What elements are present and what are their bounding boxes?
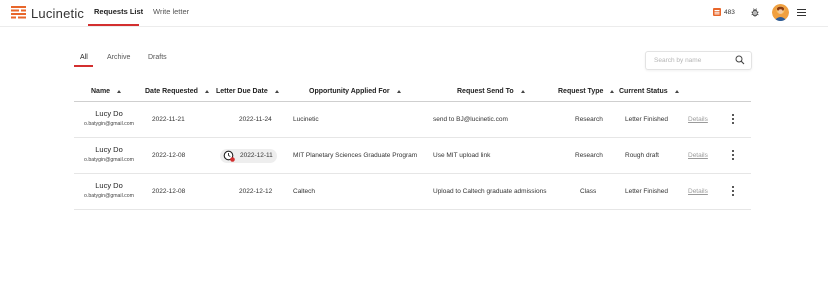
- request-type: Research: [575, 116, 603, 123]
- details-link[interactable]: Details: [688, 116, 708, 123]
- sort-icon[interactable]: [204, 90, 209, 93]
- table-header: Name Date Requested Letter Due Date Oppo…: [74, 83, 751, 102]
- column-header-opportunity[interactable]: Opportunity Applied For: [309, 88, 401, 95]
- requester: Lucy Do o.batygin@gmail.com: [74, 145, 144, 163]
- sort-icon[interactable]: [674, 90, 679, 93]
- sort-icon[interactable]: [610, 90, 615, 93]
- avatar[interactable]: [772, 4, 789, 21]
- requester: Lucy Do o.batygin@gmail.com: [74, 109, 144, 127]
- table-row[interactable]: Lucy Do o.batygin@gmail.com 2022-12-08 2…: [74, 138, 751, 174]
- hamburger-menu-icon[interactable]: [797, 9, 806, 16]
- search-box: [645, 51, 752, 70]
- requester-name: Lucy Do: [95, 145, 123, 154]
- coin-icon: [713, 8, 721, 16]
- more-vertical-icon[interactable]: [731, 186, 735, 198]
- sort-icon[interactable]: [117, 90, 122, 93]
- overdue-date-chip: 2022-12-11: [220, 149, 277, 163]
- active-tab-indicator: [88, 24, 139, 26]
- request-send-to: send to BJ@lucinetic.com: [433, 116, 508, 123]
- details-link[interactable]: Details: [688, 152, 708, 159]
- tab-requests-list[interactable]: Requests List: [94, 7, 143, 16]
- request-send-to: Upload to Caltech graduate admissions: [433, 188, 547, 195]
- current-status: Rough draft: [625, 152, 659, 159]
- filter-tab-drafts[interactable]: Drafts: [148, 54, 167, 61]
- column-header-date-requested[interactable]: Date Requested: [145, 88, 209, 95]
- top-bar: Lucinetic Requests List Write letter 483: [0, 0, 828, 27]
- table-row[interactable]: Lucy Do o.batygin@gmail.com 2022-12-08 2…: [74, 174, 751, 210]
- filter-active-indicator: [74, 65, 93, 67]
- bug-icon[interactable]: [751, 8, 759, 17]
- credits-value: 483: [724, 8, 735, 16]
- clock-alert-icon: [223, 150, 235, 162]
- requester: Lucy Do o.batygin@gmail.com: [74, 181, 144, 199]
- more-vertical-icon[interactable]: [731, 150, 735, 162]
- app-name: Lucinetic: [31, 5, 85, 21]
- request-send-to: Use MIT upload link: [433, 152, 491, 159]
- date-requested: 2022-12-08: [152, 188, 186, 195]
- details-link[interactable]: Details: [688, 188, 708, 195]
- opportunity: Lucinetic: [293, 116, 319, 123]
- current-status: Letter Finished: [625, 188, 668, 195]
- opportunity: Caltech: [293, 188, 316, 195]
- more-vertical-icon[interactable]: [731, 114, 735, 126]
- letter-due-date: 2022-12-12: [239, 188, 273, 195]
- date-requested: 2022-12-08: [152, 152, 186, 159]
- requester-email: o.batygin@gmail.com: [84, 157, 134, 163]
- column-header-current-status[interactable]: Current Status: [619, 88, 679, 95]
- column-header-request-type[interactable]: Request Type: [558, 88, 615, 95]
- table-row[interactable]: Lucy Do o.batygin@gmail.com 2022-11-21 2…: [74, 102, 751, 138]
- column-header-letter-due-date[interactable]: Letter Due Date: [216, 88, 279, 95]
- opportunity: MIT Planetary Sciences Graduate Program: [293, 152, 418, 159]
- sort-icon[interactable]: [274, 90, 279, 93]
- requester-name: Lucy Do: [95, 181, 123, 190]
- date-requested: 2022-11-21: [152, 116, 185, 123]
- letter-due-date: 2022-12-11: [240, 152, 273, 159]
- credits-counter[interactable]: 483: [713, 8, 735, 16]
- search-input[interactable]: [654, 55, 729, 66]
- column-header-name[interactable]: Name: [91, 88, 122, 95]
- request-type: Class: [580, 188, 597, 195]
- tab-write-letter[interactable]: Write letter: [153, 7, 189, 16]
- requests-table: Name Date Requested Letter Due Date Oppo…: [74, 83, 751, 210]
- filter-tab-all[interactable]: All: [80, 54, 88, 61]
- requester-email: o.batygin@gmail.com: [84, 121, 134, 127]
- filter-tab-archive[interactable]: Archive: [107, 54, 130, 61]
- sort-icon[interactable]: [396, 90, 401, 93]
- requester-email: o.batygin@gmail.com: [84, 193, 134, 199]
- search-icon[interactable]: [735, 55, 745, 65]
- current-status: Letter Finished: [625, 116, 668, 123]
- sort-icon[interactable]: [520, 90, 525, 93]
- logo-icon: [11, 6, 26, 19]
- requester-name: Lucy Do: [95, 109, 123, 118]
- column-header-request-send-to[interactable]: Request Send To: [457, 88, 525, 95]
- app-logo[interactable]: Lucinetic: [11, 5, 84, 21]
- request-type: Research: [575, 152, 603, 159]
- letter-due-date: 2022-11-24: [239, 116, 272, 123]
